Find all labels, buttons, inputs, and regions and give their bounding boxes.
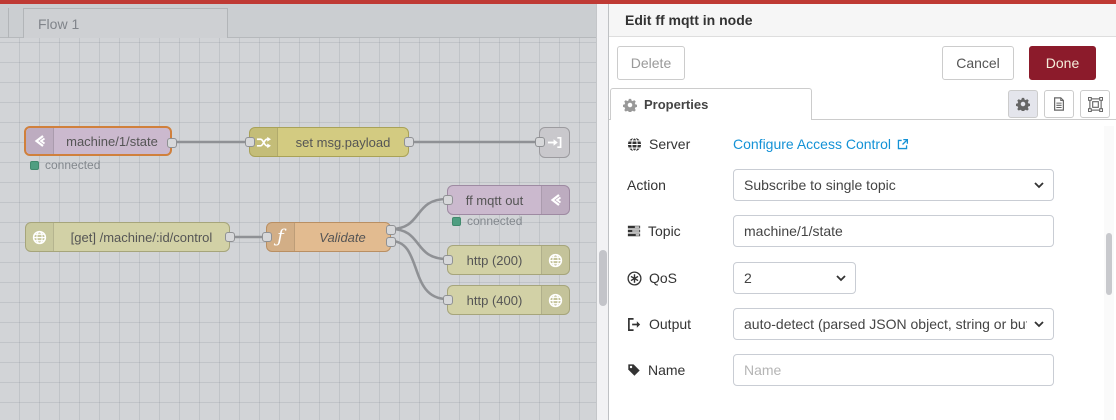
output-port[interactable] [167,138,177,148]
sign-out-icon [628,317,641,331]
globe-icon [627,136,642,152]
flow-tab-label: Flow 1 [38,16,80,32]
node-http-response-400[interactable]: http (400) [443,285,570,315]
tab-flow-1[interactable]: Flow 1 [23,8,228,39]
status-dot-connected [452,216,461,226]
node-label: Validate [319,229,366,245]
qos-label: QoS [627,262,677,294]
status-dot-connected [30,160,39,170]
topic-input[interactable] [733,215,1054,247]
qos-select[interactable]: 2 [733,262,856,294]
output-port[interactable] [404,137,414,147]
tag-icon [628,364,640,376]
done-button[interactable]: Done [1029,46,1096,80]
canvas-scrollbar[interactable] [596,4,608,420]
cancel-button[interactable]: Cancel [942,46,1014,80]
canvas-scrollbar-thumb[interactable] [599,250,607,306]
name-label: Name [627,354,685,386]
node-function-validate[interactable]: ƒ Validate [262,222,396,252]
edit-tray: Edit ff mqtt in node Delete Cancel Done … [608,4,1116,420]
tasks-icon [627,225,641,237]
mqtt-icon [541,186,569,214]
input-port[interactable] [535,137,545,147]
workspace-grid[interactable]: machine/1/state connected set msg.payloa… [0,38,596,420]
topic-label: Topic [627,215,681,247]
flow-canvas[interactable]: Flow 1 machine/1/state connected set msg… [0,4,608,420]
node-red-editor: Flow 1 machine/1/state connected set msg… [0,0,1116,420]
delete-button[interactable]: Delete [617,46,685,80]
tab-label: Properties [644,97,709,112]
output-port-1[interactable] [386,225,396,235]
node-status: connected [452,214,522,228]
gear-icon [623,98,637,112]
node-label: [get] /machine/:id/control [70,229,213,245]
node-status: connected [30,158,100,172]
wire [390,239,448,301]
action-select[interactable]: Subscribe to single topic [733,169,1054,201]
node-label: http (200) [466,252,523,268]
tab-bar-stub [0,8,9,38]
input-port[interactable] [245,137,255,147]
appearance-icon [1087,96,1103,112]
node-change[interactable]: set msg.payload [245,127,414,157]
node-label: ff mqtt out [465,192,524,208]
chevron-down-icon [1034,182,1044,189]
mqtt-icon [26,128,54,154]
input-port[interactable] [443,255,453,265]
node-ff-mqtt-out[interactable]: ff mqtt out [443,185,570,215]
output-port[interactable] [225,232,235,242]
name-input[interactable] [733,354,1054,386]
action-label: Action [627,177,666,193]
node-link-out[interactable] [535,127,570,158]
tray-title: Edit ff mqtt in node [625,12,753,28]
chevron-down-icon [1034,321,1044,328]
input-port[interactable] [443,295,453,305]
server-label: Server [627,128,690,160]
appearance-button[interactable] [1080,90,1110,118]
tray-scrollbar[interactable] [1104,126,1114,420]
document-icon [1054,97,1064,111]
circled-asterisk-icon [627,270,642,286]
tray-scrollbar-thumb[interactable] [1106,233,1112,295]
node-http-in[interactable]: [get] /machine/:id/control [25,222,235,252]
chevron-down-icon [836,275,846,282]
node-http-response-200[interactable]: http (200) [443,245,570,275]
input-port[interactable] [443,195,453,205]
node-label: set msg.payload [295,134,391,150]
globe-icon [26,223,54,251]
description-button[interactable] [1044,90,1074,118]
tray-header: Edit ff mqtt in node [609,4,1116,37]
tab-properties[interactable]: Properties [610,88,812,120]
configure-access-control-link[interactable]: Configure Access Control [733,128,909,160]
properties-tab-bar: Properties [609,88,1116,120]
input-port[interactable] [262,232,272,242]
gear-icon [1016,97,1030,111]
globe-icon [541,246,569,274]
link-out-icon [547,136,562,149]
wire [390,197,448,231]
external-link-icon [897,138,908,149]
node-ff-mqtt-in[interactable]: machine/1/state [24,126,177,156]
output-select[interactable]: auto-detect (parsed JSON object, string … [733,308,1054,340]
output-label: Output [627,308,691,340]
properties-view-button[interactable] [1008,90,1038,118]
node-label: machine/1/state [66,133,158,149]
output-port-2[interactable] [386,237,396,247]
globe-icon [541,286,569,314]
node-label: http (400) [466,292,523,308]
workspace-tab-bar: Flow 1 [0,4,608,39]
